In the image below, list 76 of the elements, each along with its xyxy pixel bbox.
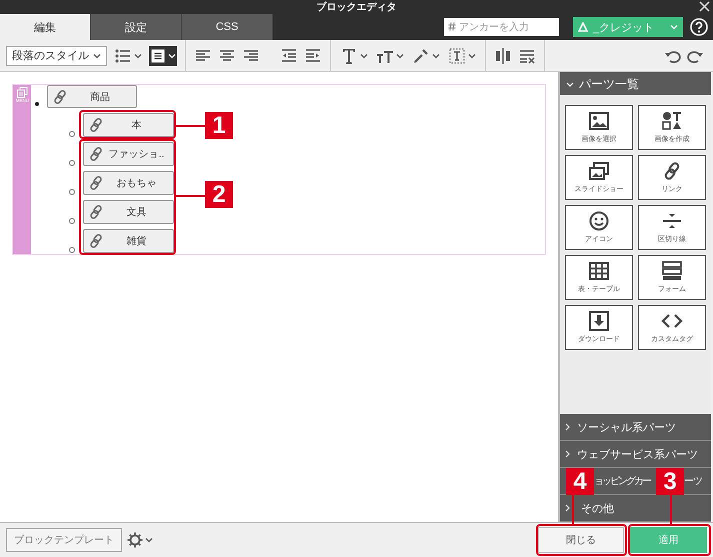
text-icon[interactable] [340,46,358,64]
list-bullet [35,102,39,106]
link-icon [88,146,104,162]
shapes-icon [661,110,683,131]
caret-icon [468,52,476,58]
settings-icon [127,532,143,548]
triangle-icon [578,22,588,32]
link-icon [88,117,104,133]
menu-item-button[interactable]: 雑貨 [83,229,174,253]
section-label: ソーシャル系パーツ [577,420,676,435]
help-icon[interactable] [690,18,708,36]
chevron-right-icon [565,423,571,432]
leader-line [670,495,672,524]
form-icon [661,260,683,281]
list-bullet [69,189,75,195]
parts-panel-header[interactable]: パーツ一覧 [560,75,711,95]
caret-icon [168,52,176,58]
paragraph-style-dropdown[interactable]: 段落のスタイル [6,46,107,66]
caret-icon [145,537,153,543]
tab[interactable]: CSS [182,14,273,40]
settings-dropdown[interactable] [127,532,153,548]
table-icon [588,260,610,281]
text-box-dropdown[interactable] [447,46,477,66]
menu-item-button[interactable]: 文具 [83,200,174,224]
menu-item-button[interactable]: おもちゃ [83,171,174,195]
anchor-field[interactable]: アンカーを入力 [444,18,559,36]
split-column-icon[interactable] [494,46,512,64]
section-label: その他 [581,502,614,516]
caret-icon [360,52,368,58]
callout-badge: 4 [566,468,594,495]
template-button[interactable]: ブロックテンプレート [6,528,122,552]
section-label: ョッピングカー [594,475,650,488]
section-label: ウェブサービス系パーツ [577,448,698,462]
smiley-icon [588,210,610,231]
indent-icon[interactable] [304,46,322,64]
callout-badge: 2 [205,181,233,208]
link-icon [88,204,104,220]
chevron-right-icon [565,450,571,458]
paragraph-box-icon [150,46,166,64]
outdent-icon[interactable] [280,46,298,64]
link-icon [88,233,104,249]
slideshow-icon [588,160,610,181]
caret-icon [432,52,440,58]
eyedropper-icon[interactable] [412,46,430,64]
chevron-right-icon [565,504,571,512]
menu-item-button[interactable]: ファッショ.. [83,142,174,166]
section-label: ーツ [684,475,702,488]
list-bullet [69,131,75,137]
close-button[interactable]: 閉じる [538,527,624,553]
tab[interactable]: 設定 [91,14,182,40]
chevron-down-icon [566,82,574,88]
caret-icon [134,52,142,58]
menu-item-button[interactable]: 商品 [47,85,137,108]
link-icon [52,88,68,104]
leader-line [572,495,574,524]
section-header[interactable]: ソーシャル系パーツ [560,414,711,442]
link-icon [88,175,104,191]
tab[interactable]: 編集 [0,14,91,40]
list-bullet [69,160,75,166]
bullet-list-icon[interactable] [114,46,132,64]
window-title: ブロックエディタ [316,0,396,14]
download-icon [588,310,610,331]
close-icon[interactable] [699,1,710,12]
callout-badge: 3 [656,468,684,495]
image-icon [588,110,610,131]
leader-line [176,195,205,197]
list-bullet [69,218,75,224]
block-format-dropdown[interactable] [149,46,177,66]
list-bullet [69,247,75,253]
caret-icon [93,52,101,58]
text-frame-icon[interactable] [448,46,466,64]
leader-line [176,125,205,127]
menu-item-button[interactable]: 本 [83,113,174,137]
caret-icon [396,52,404,58]
callout-badge: 1 [205,112,233,139]
caret-icon [670,24,678,30]
